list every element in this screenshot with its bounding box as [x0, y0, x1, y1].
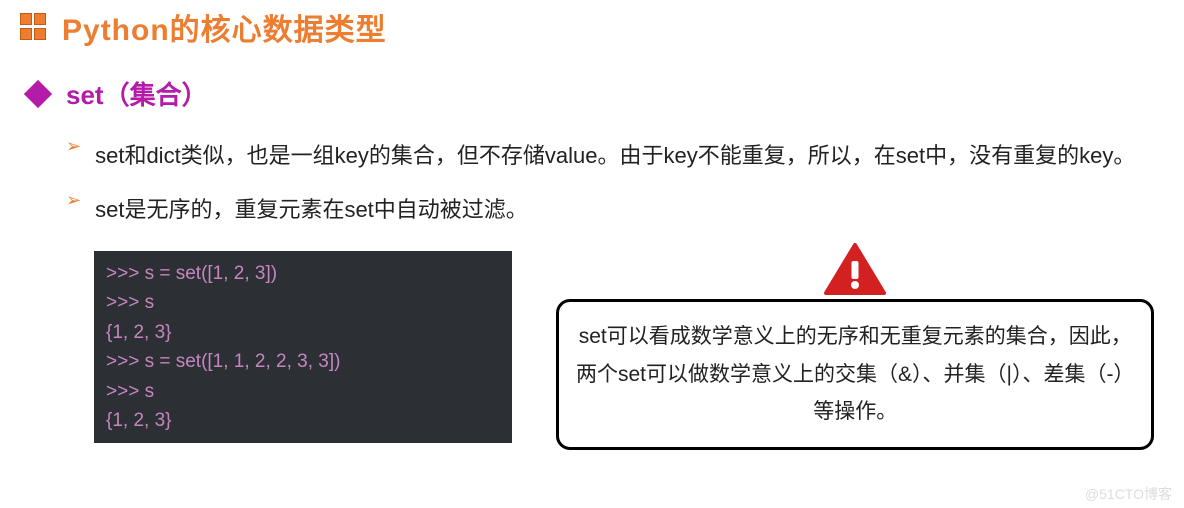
title-row: Python的核心数据类型: [20, 5, 1154, 49]
code-line: >>> s = set([1, 2, 3]): [106, 259, 500, 288]
subtitle-row: set（集合）: [28, 75, 1154, 112]
diamond-bullet-icon: [24, 79, 52, 107]
bullet-list: ➢ set和dict类似，也是一组key的集合，但不存储value。由于key不…: [66, 132, 1154, 235]
code-line: >>> s: [106, 288, 500, 317]
code-line: {1, 2, 3}: [106, 318, 500, 347]
callout-wrapper: set可以看成数学意义上的无序和无重复元素的集合，因此，两个set可以做数学意义…: [556, 255, 1154, 450]
watermark: @51CTO博客: [1085, 484, 1172, 504]
code-line: >>> s = set([1, 1, 2, 2, 3, 3]): [106, 347, 500, 376]
bullet-text: set和dict类似，也是一组key的集合，但不存储value。由于key不能重…: [95, 132, 1135, 180]
page-title: Python的核心数据类型: [62, 5, 387, 49]
code-block: >>> s = set([1, 2, 3]) >>> s {1, 2, 3} >…: [94, 251, 512, 444]
arrow-bullet-icon: ➢: [66, 190, 81, 211]
warning-icon: [824, 243, 886, 302]
section-subtitle: set（集合）: [66, 75, 208, 112]
callout-box: set可以看成数学意义上的无序和无重复元素的集合，因此，两个set可以做数学意义…: [556, 299, 1154, 450]
bullet-text: set是无序的，重复元素在set中自动被过滤。: [95, 186, 528, 234]
code-line: {1, 2, 3}: [106, 406, 500, 435]
grid-squares-icon: [20, 13, 48, 41]
lower-section: >>> s = set([1, 2, 3]) >>> s {1, 2, 3} >…: [94, 251, 1154, 450]
list-item: ➢ set是无序的，重复元素在set中自动被过滤。: [66, 186, 1154, 234]
list-item: ➢ set和dict类似，也是一组key的集合，但不存储value。由于key不…: [66, 132, 1154, 180]
code-line: >>> s: [106, 377, 500, 406]
arrow-bullet-icon: ➢: [66, 136, 81, 157]
